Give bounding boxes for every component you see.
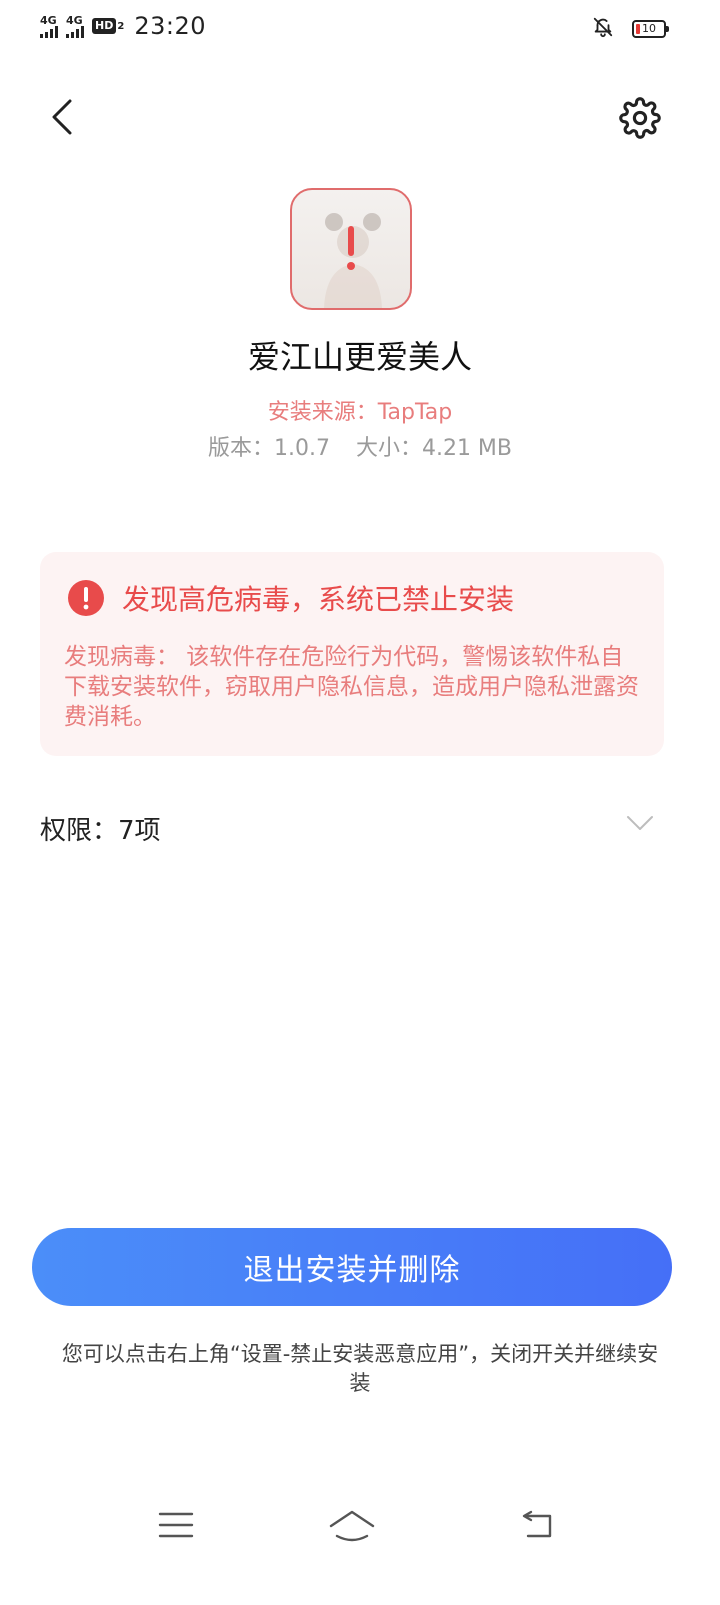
back-button[interactable] [38, 92, 88, 142]
menu-icon [158, 1512, 194, 1538]
settings-button[interactable] [614, 92, 666, 144]
app-size: 大小：4.21 MB [355, 436, 513, 461]
hd-label: HD [92, 18, 117, 34]
signal-1: 4G [40, 15, 58, 38]
signal-1-label: 4G [40, 13, 57, 27]
install-source: 安装来源：TapTap [267, 400, 453, 425]
warning-icon [68, 580, 104, 616]
app-icon-warning [292, 224, 410, 272]
exit-and-delete-button[interactable]: 退出安装并删除 [32, 1228, 672, 1306]
app-meta: 版本：1.0.7 大小：4.21 MB [0, 430, 720, 462]
app-icon [290, 188, 412, 310]
app-version: 版本：1.0.7 [207, 436, 330, 461]
gear-icon [619, 97, 661, 139]
back-arrow-icon [52, 99, 72, 135]
app-name: 爱江山更爱美人 [247, 338, 472, 376]
signal-2-bars-icon [66, 25, 84, 38]
permissions-row[interactable]: 权限：7项 [40, 806, 664, 850]
home-icon [329, 1510, 375, 1542]
alert-header: 发现高危病毒，系统已禁止安装 [68, 578, 514, 618]
bell-off-icon [592, 16, 614, 42]
alert-body: 发现病毒： 该软件存在危险行为代码，警惕该软件私自下载安装软件，窃取用户隐私信息… [64, 644, 639, 730]
battery-percent: 10 [642, 22, 656, 35]
signal-2-label: 4G [66, 13, 83, 27]
permissions-label: 权限：7项 [40, 816, 161, 846]
hd-sub: 2 [117, 20, 125, 32]
virus-alert-card: 发现高危病毒，系统已禁止安装 发现病毒： 该软件存在危险行为代码，警惕该软件私自… [40, 552, 664, 756]
alert-title: 发现高危病毒，系统已禁止安装 [122, 583, 515, 616]
navigation-bar [0, 1500, 720, 1560]
signal-1-bars-icon [40, 25, 58, 38]
nav-back-button[interactable] [506, 1500, 566, 1550]
status-right: 10 [592, 16, 669, 42]
chevron-down-icon [627, 816, 653, 830]
hd-voice-indicator: HD 2 [92, 18, 124, 34]
return-icon [522, 1510, 552, 1538]
nav-menu-button[interactable] [146, 1500, 206, 1550]
status-left: 4G 4G HD 2 23:20 [40, 12, 206, 40]
signal-2: 4G [66, 15, 84, 38]
exclamation-icon [347, 226, 355, 270]
battery-icon: 10 [632, 20, 669, 38]
nav-home-button[interactable] [322, 1500, 382, 1550]
status-bar: 4G 4G HD 2 23:20 10 [0, 0, 720, 56]
hint-text: 您可以点击右上角“设置-禁止安装恶意应用”，关闭开关并继续安装 [61, 1342, 659, 1395]
clock: 23:20 [134, 12, 206, 40]
